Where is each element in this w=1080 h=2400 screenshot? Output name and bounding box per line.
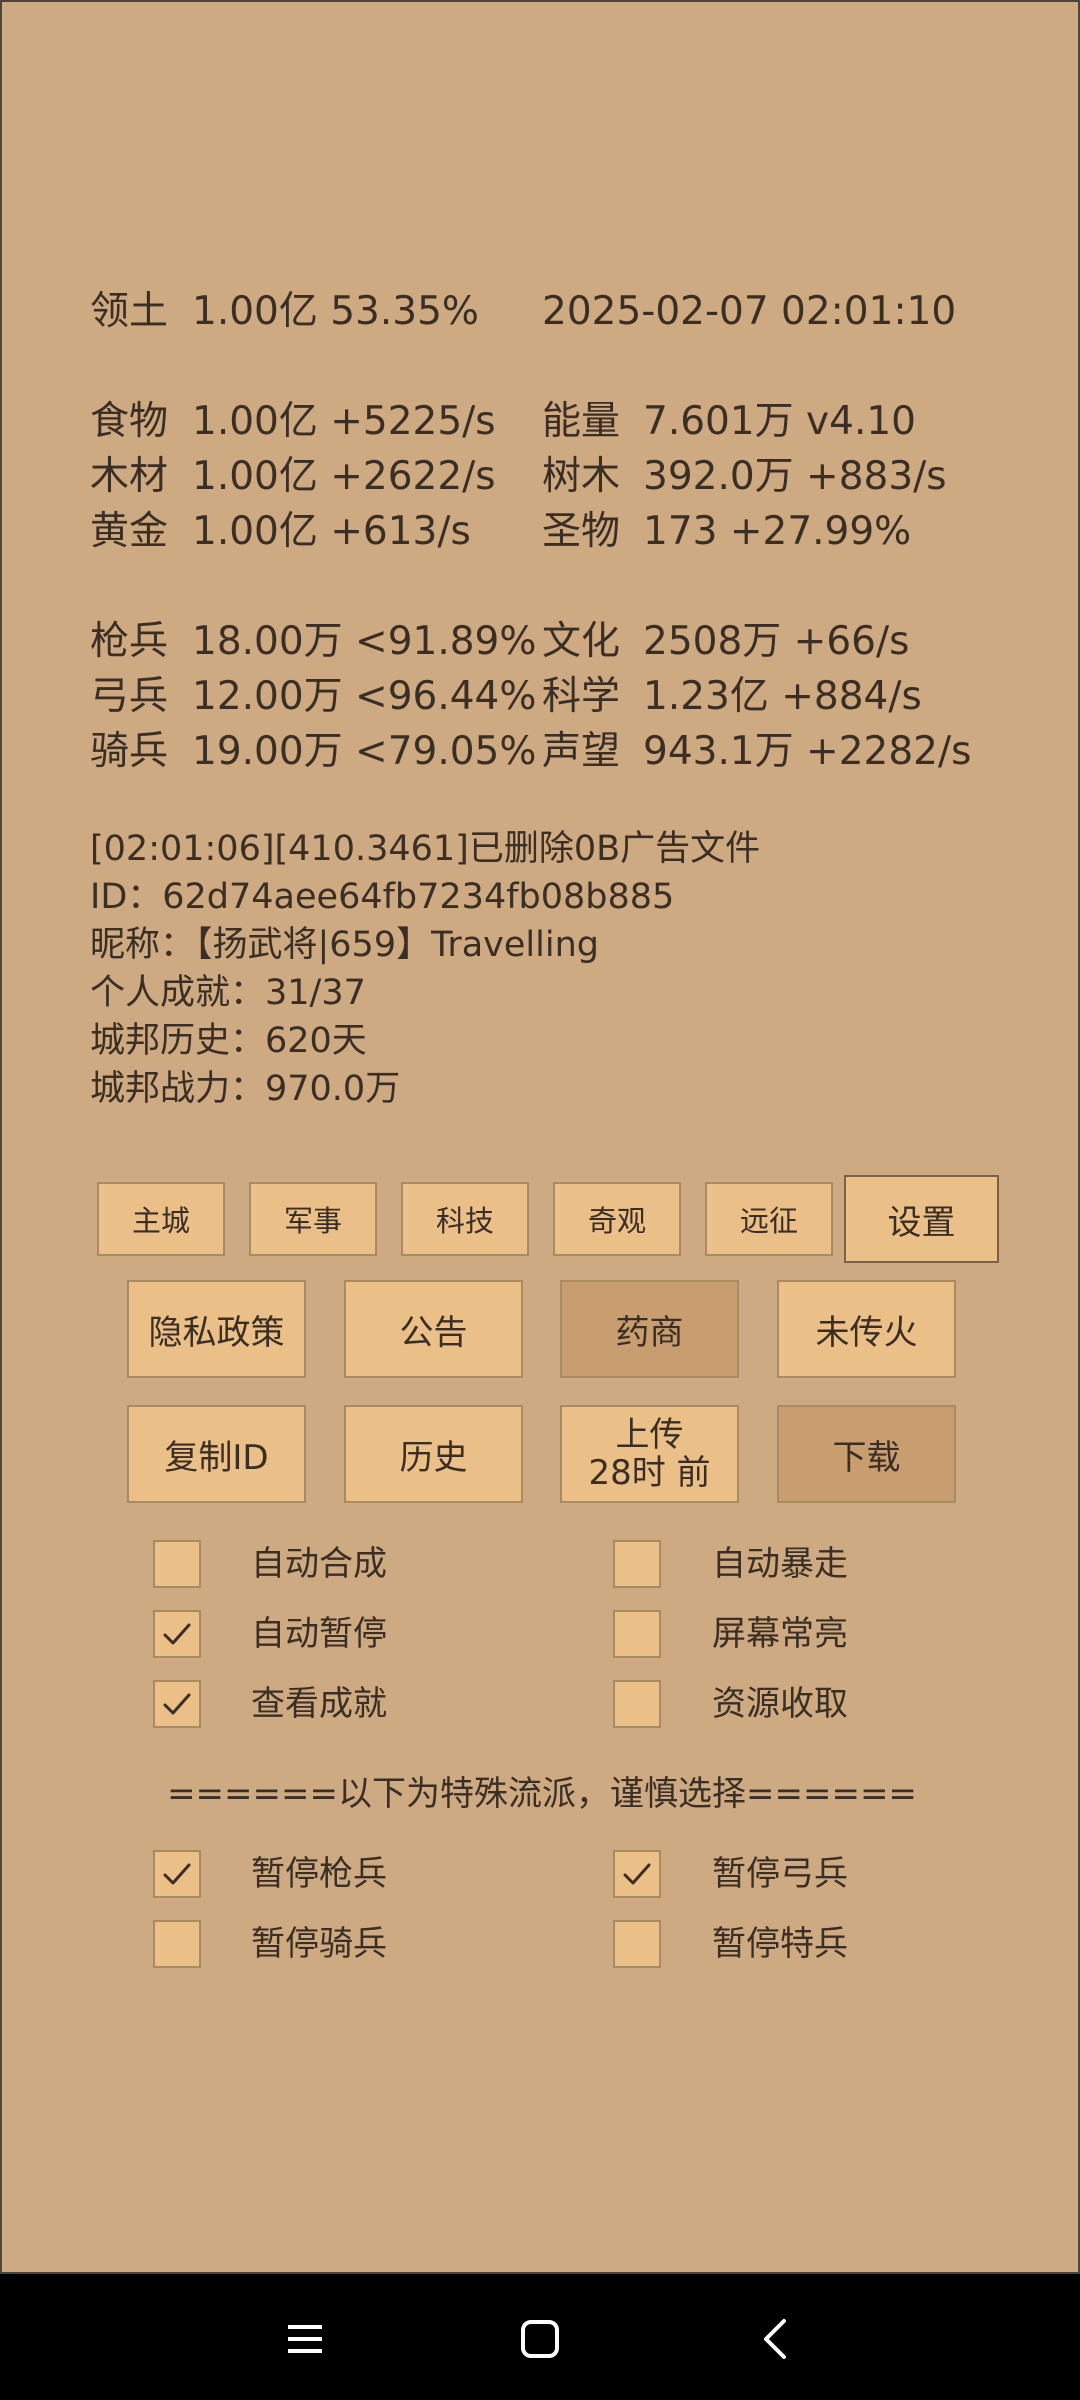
archers-label: 弓兵 (90, 674, 169, 719)
tab-main-city[interactable]: 主城 (97, 1182, 225, 1256)
pause-spear-label: 暂停枪兵 (251, 1854, 387, 1894)
game-screen: 领土 1.00亿 53.35% 2025-02-07 02:01:10 食物 1… (0, 0, 1080, 2274)
food-value: 1.00亿 +5225/s (192, 399, 496, 444)
relics-value: 173 +27.99% (643, 509, 912, 554)
auto-pause-checkbox[interactable] (153, 1610, 201, 1658)
trees-label: 树木 (542, 454, 621, 499)
history-button[interactable]: 历史 (344, 1405, 523, 1503)
science-value: 1.23亿 +884/s (643, 674, 922, 719)
prestige-value: 943.1万 +2282/s (643, 729, 972, 774)
back-icon (764, 2319, 786, 2359)
back-button[interactable] (740, 2304, 810, 2374)
menu-button[interactable] (270, 2304, 340, 2374)
pause-cavalry-checkbox[interactable] (153, 1920, 201, 1968)
collect-resources-checkbox[interactable] (613, 1680, 661, 1728)
system-nav-bar (0, 2274, 1080, 2400)
upload-button[interactable]: 上传 28时 前 (560, 1405, 739, 1503)
log-line: [02:01:06][410.3461]已删除0B广告文件 (90, 829, 761, 869)
wood-label: 木材 (90, 454, 169, 499)
view-achievements-label: 查看成就 (251, 1684, 387, 1724)
gold-label: 黄金 (90, 509, 169, 554)
menu-icon (288, 2325, 322, 2353)
energy-label: 能量 (542, 399, 621, 444)
wood-value: 1.00亿 +2622/s (192, 454, 496, 499)
culture-value: 2508万 +66/s (643, 619, 910, 664)
energy-value: 7.601万 v4.10 (643, 399, 916, 444)
privacy-policy-button[interactable]: 隐私政策 (127, 1280, 306, 1378)
view-achievements-checkbox[interactable] (153, 1680, 201, 1728)
datetime: 2025-02-07 02:01:10 (542, 289, 957, 334)
gold-value: 1.00亿 +613/s (192, 509, 471, 554)
auto-pause-label: 自动暂停 (251, 1614, 387, 1654)
pause-archer-label: 暂停弓兵 (712, 1854, 848, 1894)
screen-on-label: 屏幕常亮 (712, 1614, 848, 1654)
tab-settings[interactable]: 设置 (844, 1175, 999, 1263)
achievement-line: 个人成就：31/37 (90, 973, 366, 1013)
history-line: 城邦历史：620天 (90, 1021, 367, 1061)
auto-synth-label: 自动合成 (251, 1544, 387, 1584)
spearmen-label: 枪兵 (90, 619, 169, 664)
collect-resources-label: 资源收取 (712, 1684, 848, 1724)
relics-label: 圣物 (542, 509, 621, 554)
checkmark-icon (163, 1863, 191, 1885)
checkmark-icon (163, 1693, 191, 1715)
home-button[interactable] (505, 2304, 575, 2374)
download-button[interactable]: 下载 (777, 1405, 956, 1503)
prestige-label: 声望 (542, 729, 621, 774)
pause-special-label: 暂停特兵 (712, 1924, 848, 1964)
tab-wonder[interactable]: 奇观 (553, 1182, 681, 1256)
checkmark-icon (623, 1863, 651, 1885)
torch-button[interactable]: 未传火 (777, 1280, 956, 1378)
upload-time: 28时 前 (588, 1453, 711, 1493)
science-label: 科学 (542, 674, 621, 719)
tab-military[interactable]: 军事 (249, 1182, 377, 1256)
territory-label: 领土 (90, 289, 169, 334)
nickname-line: 昵称：【扬武将|659】Travelling (90, 925, 599, 965)
pause-special-checkbox[interactable] (613, 1920, 661, 1968)
upload-label: 上传 (615, 1415, 684, 1455)
cavalry-label: 骑兵 (90, 729, 169, 774)
notice-button[interactable]: 公告 (344, 1280, 523, 1378)
copy-id-button[interactable]: 复制ID (127, 1405, 306, 1503)
tab-tech[interactable]: 科技 (401, 1182, 529, 1256)
merchant-button[interactable]: 药商 (560, 1280, 739, 1378)
tab-expedition[interactable]: 远征 (705, 1182, 833, 1256)
food-label: 食物 (90, 399, 169, 444)
culture-label: 文化 (542, 619, 621, 664)
pause-cavalry-label: 暂停骑兵 (251, 1924, 387, 1964)
cavalry-value: 19.00万 <79.05% (192, 729, 537, 774)
screen-on-checkbox[interactable] (613, 1610, 661, 1658)
power-line: 城邦战力：970.0万 (90, 1069, 401, 1109)
territory-value: 1.00亿 53.35% (192, 289, 479, 334)
spearmen-value: 18.00万 <91.89% (192, 619, 537, 664)
trees-value: 392.0万 +883/s (643, 454, 947, 499)
auto-synth-checkbox[interactable] (153, 1540, 201, 1588)
auto-rampage-label: 自动暴走 (712, 1544, 848, 1584)
checkmark-icon (163, 1623, 191, 1645)
id-line: ID：62d74aee64fb7234fb08b885 (90, 877, 675, 917)
archers-value: 12.00万 <96.44% (192, 674, 537, 719)
special-divider: ======以下为特殊流派，谨慎选择====== (167, 1774, 917, 1814)
pause-archer-checkbox[interactable] (613, 1850, 661, 1898)
auto-rampage-checkbox[interactable] (613, 1540, 661, 1588)
home-icon (521, 2320, 559, 2358)
pause-spear-checkbox[interactable] (153, 1850, 201, 1898)
